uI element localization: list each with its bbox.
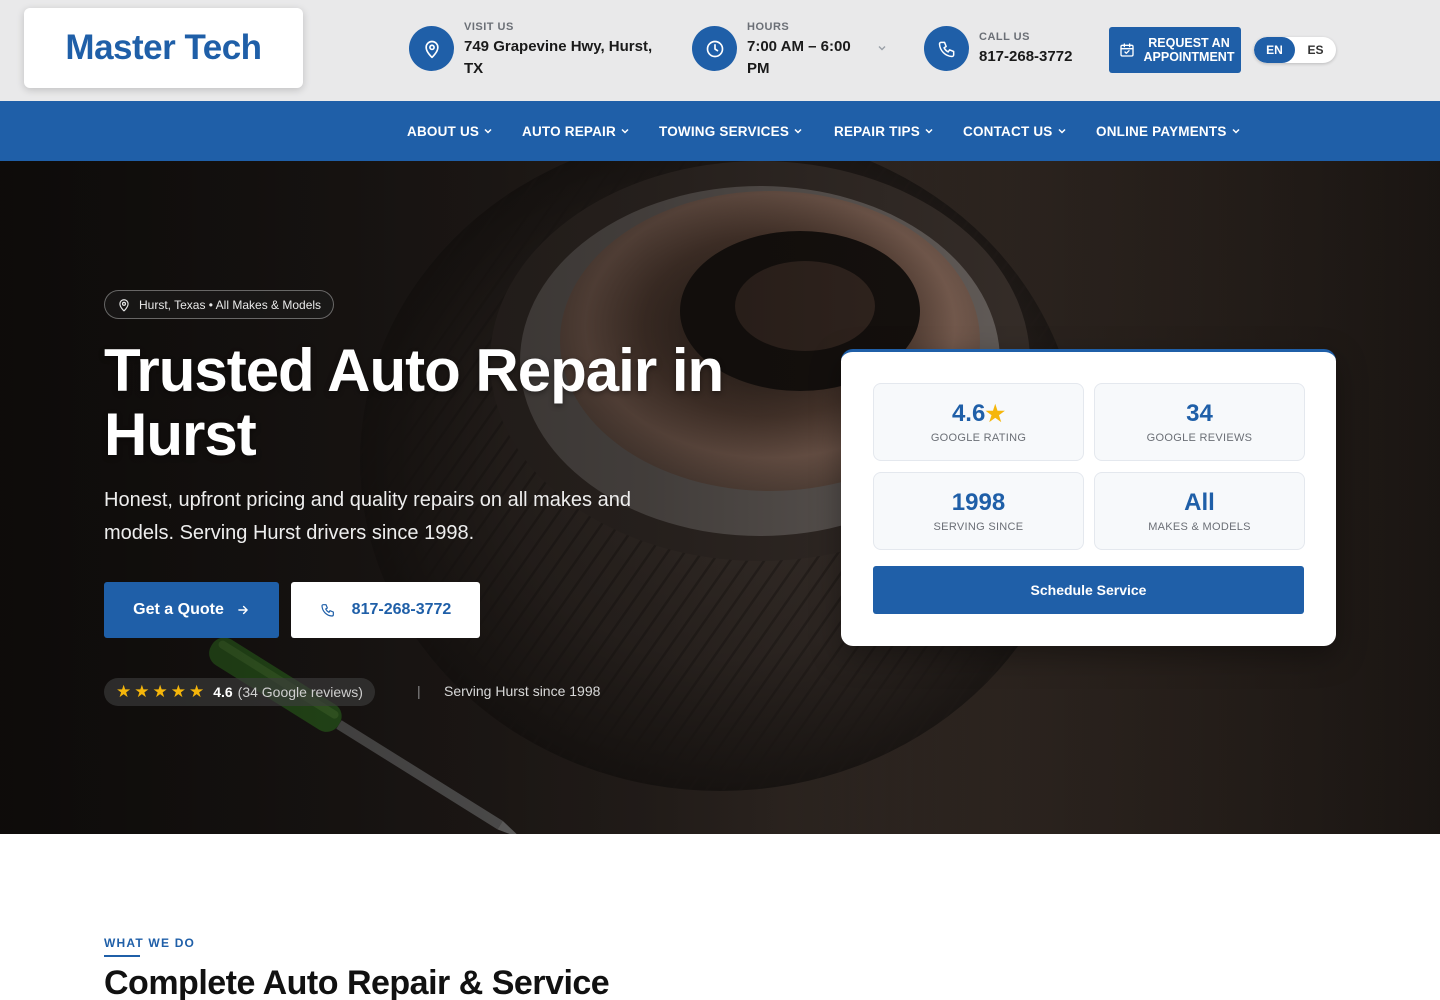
language-switcher: EN ES: [1254, 37, 1336, 63]
language-es[interactable]: ES: [1295, 37, 1336, 63]
stat-value: All: [1184, 489, 1215, 516]
hours-chevron-down-icon[interactable]: [876, 42, 888, 54]
visit-us-label: VISIT US: [464, 21, 514, 33]
phone-number[interactable]: 817-268-3772: [979, 46, 1072, 68]
chevron-down-icon: [925, 128, 933, 134]
request-appointment-button[interactable]: REQUEST AN APPOINTMENT: [1109, 27, 1241, 73]
stat-value: 4.6: [951, 400, 986, 427]
main-nav: ABOUT US AUTO REPAIR TOWING SERVICES REP…: [0, 101, 1440, 161]
schedule-service-button[interactable]: Schedule Service: [873, 566, 1304, 614]
stat-label: SERVING SINCE: [933, 521, 1024, 533]
section-underline: [104, 955, 140, 957]
visit-us-info: VISIT US 749 Grapevine Hwy, Hurst, TX: [409, 20, 669, 80]
divider: |: [417, 683, 421, 699]
nav-item-about-us[interactable]: ABOUT US: [407, 101, 493, 161]
call-us-label: CALL US: [979, 31, 1030, 43]
nav-item-label: ABOUT US: [407, 123, 480, 139]
language-en[interactable]: EN: [1254, 37, 1295, 63]
nav-item-label: TOWING SERVICES: [659, 123, 790, 139]
chevron-down-icon: [1232, 128, 1240, 134]
get-a-quote-label: Get a Quote: [133, 601, 224, 618]
hero-subtitle: Honest, upfront pricing and quality repa…: [104, 489, 631, 544]
nav-item-contact-us[interactable]: CONTACT US: [963, 101, 1067, 161]
nav-item-label: CONTACT US: [963, 123, 1053, 139]
top-header: Master Tech VISIT US 749 Grapevine Hwy, …: [0, 0, 1440, 101]
address-text: 749 Grapevine Hwy, Hurst, TX: [464, 38, 653, 77]
chevron-down-icon: [484, 128, 492, 134]
clock-icon: [692, 26, 737, 71]
call-us-info[interactable]: CALL US 817-268-3772: [924, 24, 1094, 71]
stats-card: 4.6★ GOOGLE RATING 34 GOOGLE REVIEWS 199…: [841, 349, 1336, 646]
stat-value: 34: [1186, 400, 1213, 427]
stat-label: GOOGLE RATING: [930, 432, 1027, 444]
map-pin-icon: [119, 298, 129, 311]
google-rating-pill: ★★★★★ 4.6 (34 Google reviews): [104, 678, 375, 706]
nav-item-towing-services[interactable]: TOWING SERVICES: [659, 101, 803, 161]
nav-item-label: REPAIR TIPS: [834, 123, 920, 139]
calendar-check-icon: [1120, 43, 1134, 57]
arrow-right-icon: [238, 605, 248, 615]
nav-item-label: AUTO REPAIR: [522, 123, 616, 139]
chevron-down-icon: [621, 128, 629, 134]
section-eyebrow: WHAT WE DO: [104, 936, 196, 950]
hours-info: HOURS 7:00 AM – 6:00 PM: [692, 20, 892, 80]
get-a-quote-button[interactable]: Get a Quote: [104, 582, 279, 638]
stat-google-rating: 4.6★ GOOGLE RATING: [873, 383, 1084, 461]
nav-item-label: ONLINE PAYMENTS: [1096, 123, 1227, 139]
stat-google-reviews: 34 GOOGLE REVIEWS: [1094, 383, 1305, 461]
stat-serving-since: 1998 SERVING SINCE: [873, 472, 1084, 550]
nav-item-online-payments[interactable]: ONLINE PAYMENTS: [1096, 101, 1241, 161]
site-logo[interactable]: Master Tech: [65, 28, 262, 68]
call-phone-button[interactable]: 817-268-3772: [291, 582, 480, 638]
hours-text: 7:00 AM – 6:00 PM: [747, 38, 851, 77]
serving-since-text: Serving Hurst since 1998: [444, 683, 601, 699]
chevron-down-icon: [794, 128, 802, 134]
chevron-down-icon: [1057, 128, 1066, 134]
phone-icon: [321, 604, 334, 617]
stat-label: MAKES & MODELS: [1148, 521, 1251, 533]
call-phone-label: 817-268-3772: [351, 601, 452, 618]
request-appointment-label: REQUEST AN APPOINTMENT: [1143, 36, 1235, 64]
stat-value: 1998: [951, 489, 1006, 516]
rating-value: 4.6: [213, 684, 233, 700]
hours-label: HOURS: [747, 21, 790, 33]
map-pin-icon: [409, 26, 454, 71]
hero-title: Trusted Auto Repair in Hurst: [104, 337, 724, 468]
stat-label: GOOGLE REVIEWS: [1146, 432, 1253, 444]
phone-icon: [924, 26, 969, 71]
star-icon: ★: [985, 401, 1006, 426]
nav-item-repair-tips[interactable]: REPAIR TIPS: [834, 101, 934, 161]
location-pill: Hurst, Texas • All Makes & Models: [104, 290, 335, 319]
stat-makes-models: All MAKES & MODELS: [1094, 472, 1305, 550]
location-pill-text: Hurst, Texas • All Makes & Models: [139, 297, 322, 312]
star-rating-icon: ★★★★★: [116, 682, 208, 701]
review-count: (34 Google reviews): [237, 684, 363, 700]
nav-item-auto-repair[interactable]: AUTO REPAIR: [522, 101, 630, 161]
section-title: Complete Auto Repair & Service: [104, 964, 610, 1000]
logo-card[interactable]: Master Tech: [24, 8, 303, 88]
